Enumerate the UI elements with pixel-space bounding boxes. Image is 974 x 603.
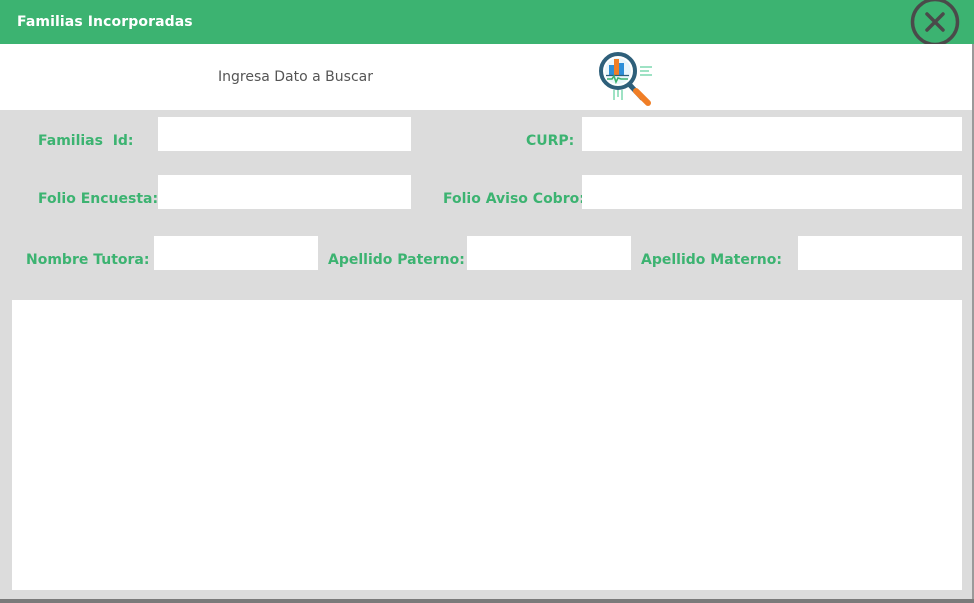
magnifier-chart-icon [599, 52, 652, 106]
folio-encuesta-input[interactable] [158, 175, 411, 209]
familias-id-input[interactable] [158, 117, 411, 151]
apellido-materno-input[interactable] [798, 236, 962, 270]
apellido-paterno-input[interactable] [467, 236, 631, 270]
folio-aviso-cobro-label: Folio Aviso Cobro: [443, 191, 585, 207]
window-bottom-border [0, 599, 974, 603]
folio-encuesta-label: Folio Encuesta: [38, 191, 159, 207]
curp-input[interactable] [582, 117, 962, 151]
close-button[interactable] [909, 0, 961, 47]
window-title: Familias Incorporadas [17, 14, 193, 30]
nombre-tutora-input[interactable] [154, 236, 318, 270]
title-bar: Familias Incorporadas [0, 0, 974, 47]
search-label: Ingresa Dato a Buscar [218, 69, 373, 85]
apellido-materno-label: Apellido Materno: [641, 252, 782, 268]
folio-aviso-cobro-input[interactable] [582, 175, 962, 209]
familias-incorporadas-window: Familias Incorporadas Ingresa Dato a Bus… [0, 0, 974, 603]
curp-label: CURP: [526, 133, 575, 149]
close-circle-icon [910, 0, 960, 47]
results-grid[interactable] [12, 300, 962, 590]
search-bar: Ingresa Dato a Buscar [0, 44, 974, 110]
search-button[interactable] [592, 46, 658, 108]
familias-id-label: Familias Id: [38, 133, 134, 149]
apellido-paterno-label: Apellido Paterno: [328, 252, 465, 268]
nombre-tutora-label: Nombre Tutora: [26, 252, 150, 268]
